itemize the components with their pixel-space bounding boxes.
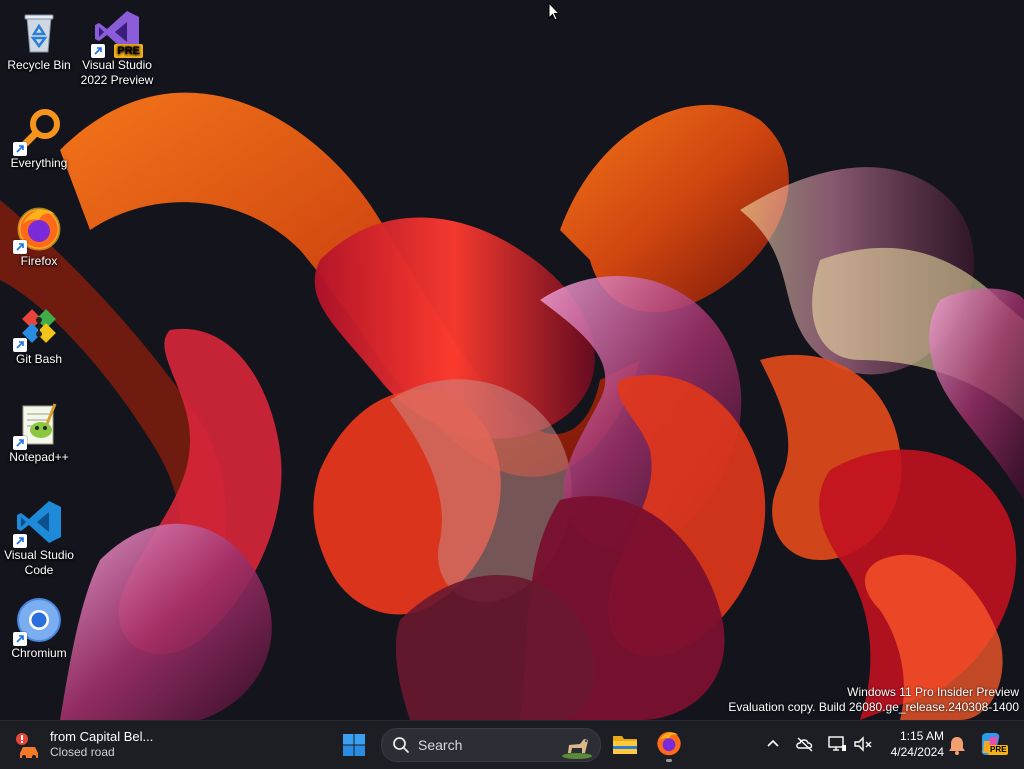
shortcut-arrow-icon — [13, 142, 27, 156]
taskbar: from Capital Bel... Closed road Search 1… — [0, 720, 1024, 769]
vscode-icon — [13, 498, 63, 548]
clock-date: 4/24/2024 — [890, 745, 944, 759]
watermark-build: Evaluation copy. Build 26080.ge_release.… — [728, 700, 1019, 714]
firefox-icon — [13, 204, 63, 254]
pre-badge: PRE — [988, 745, 1009, 755]
desktop-icon-label: Notepad++ — [9, 450, 69, 464]
folder-icon[interactable] — [610, 729, 640, 759]
copilot-button[interactable]: PRE — [978, 731, 1009, 759]
magnifier-icon — [13, 106, 63, 156]
search-placeholder: Search — [418, 737, 463, 753]
running-indicator — [666, 759, 672, 762]
weather-title: from Capital Bel... — [50, 729, 154, 744]
clock-time: 1:15 AM — [899, 729, 944, 743]
desktop-icon-git-bash[interactable]: Git Bash — [1, 302, 77, 367]
git-bash-icon — [13, 302, 63, 352]
shortcut-arrow-icon — [13, 534, 27, 548]
shortcut-arrow-icon — [13, 240, 27, 254]
shortcut-arrow-icon — [91, 44, 105, 58]
mouse-cursor-icon — [548, 2, 560, 21]
shortcut-arrow-icon — [13, 632, 27, 646]
traffic-alert-icon — [16, 733, 38, 759]
weather-subtitle: Closed road — [50, 745, 115, 759]
desktop-icon-vscode[interactable]: Visual Studio Code — [1, 498, 77, 578]
desktop-icon-label: Visual Studio Code — [4, 548, 74, 577]
desktop-icon-label: Recycle Bin — [7, 58, 71, 72]
taskbar-firefox-button[interactable] — [653, 729, 685, 762]
windows-start-icon[interactable] — [340, 731, 368, 759]
desktop-wallpaper — [0, 0, 1024, 720]
recycle-bin-icon — [15, 8, 63, 56]
visual-studio-icon: PRE — [91, 8, 143, 58]
system-clock[interactable]: 1:15 AM 4/24/2024 — [878, 728, 944, 760]
desktop-icon-chromium[interactable]: Chromium — [1, 596, 77, 661]
network-icon[interactable] — [826, 733, 848, 755]
desktop-icon-firefox[interactable]: Firefox — [1, 204, 77, 269]
desktop-icon-label: Everything — [10, 156, 68, 170]
chevron-up-icon[interactable] — [762, 733, 784, 755]
onedrive-offline-icon[interactable] — [794, 733, 816, 755]
desktop-icon-label: Firefox — [20, 254, 58, 268]
volume-muted-icon[interactable] — [852, 733, 874, 755]
desktop-icon-recycle-bin[interactable]: Recycle Bin — [1, 8, 77, 73]
desktop-icon-label: Git Bash — [15, 352, 63, 366]
search-icon — [393, 737, 409, 753]
pre-badge: PRE — [114, 44, 143, 58]
desktop-icon-notepad-plus-plus[interactable]: Notepad++ — [1, 400, 77, 465]
desktop-icon-label: Chromium — [11, 646, 67, 660]
shortcut-arrow-icon — [13, 338, 27, 352]
chromium-icon — [13, 596, 63, 646]
watermark-edition: Windows 11 Pro Insider Preview — [847, 685, 1019, 699]
shortcut-arrow-icon — [13, 436, 27, 450]
windows-watermark: Windows 11 Pro Insider Preview Evaluatio… — [728, 685, 1019, 715]
notepad-plus-plus-icon — [13, 400, 63, 450]
desktop-icon-visual-studio[interactable]: PRE Visual Studio 2022 Preview — [79, 8, 155, 88]
search-highlight-dog-icon — [562, 739, 592, 759]
desktop-icon-everything[interactable]: Everything — [1, 106, 77, 171]
firefox-icon — [657, 731, 681, 756]
bell-icon[interactable] — [946, 734, 968, 756]
taskbar-search-box[interactable]: Search — [381, 728, 601, 762]
desktop-icon-label: Visual Studio 2022 Preview — [80, 58, 154, 87]
